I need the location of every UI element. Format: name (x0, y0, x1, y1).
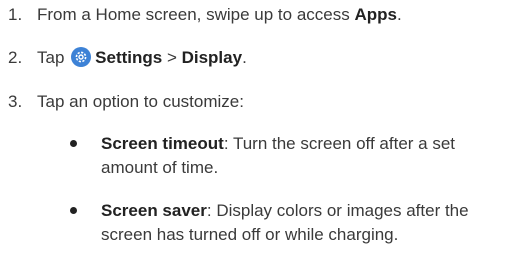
step-number: 1. (8, 5, 23, 24)
option-screen-saver: Screen saver: Display colors or images a… (70, 201, 515, 251)
step-text: Tap Settings > Display. (37, 47, 247, 67)
option-title: Screen saver (101, 201, 207, 220)
step-text: Tap an option to customize: (37, 92, 244, 111)
option-screen-timeout: Screen timeout: Turn the screen off afte… (70, 134, 515, 184)
option-text: Screen saver: Display colors or images a… (101, 201, 469, 244)
step-text: From a Home screen, swipe up to access A… (37, 5, 402, 24)
bullet (70, 140, 77, 147)
bullet (70, 207, 77, 214)
instructions-document: 1. From a Home screen, swipe up to acces… (0, 0, 521, 261)
apps-label: Apps (354, 5, 397, 24)
display-label: Display (181, 48, 243, 67)
settings-label: Settings (95, 48, 163, 67)
settings-gear-icon (71, 47, 92, 67)
step-number: 2. (8, 48, 23, 67)
option-text: Screen timeout: Turn the screen off afte… (101, 134, 456, 177)
step-number: 3. (8, 92, 23, 111)
option-title: Screen timeout (101, 134, 224, 153)
